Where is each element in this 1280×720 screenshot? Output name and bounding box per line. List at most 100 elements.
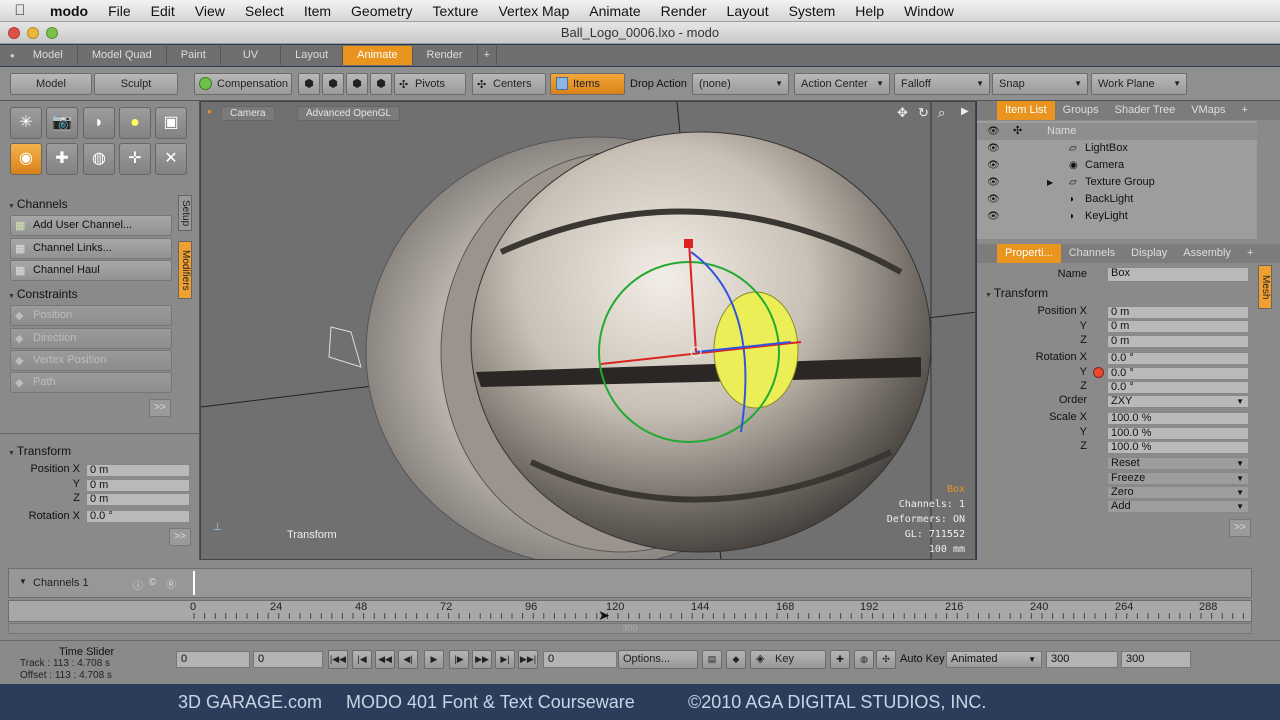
auto-key-mode-select[interactable]: Animated ▼	[946, 651, 1042, 668]
select-materials-icon[interactable]: ⬢	[370, 73, 392, 95]
select-edges-icon[interactable]: ⬢	[322, 73, 344, 95]
name-column-header[interactable]: Name	[1047, 123, 1076, 140]
options-button[interactable]: Options...	[618, 650, 698, 669]
menu-vertex-map[interactable]: Vertex Map	[488, 3, 579, 19]
tab-animate[interactable]: Animate	[343, 46, 413, 65]
position-constraint-button[interactable]: ◆ Position	[10, 305, 172, 326]
tab-render[interactable]: Render	[413, 46, 478, 65]
zoom-view-icon[interactable]: ⌕	[938, 105, 945, 121]
tab-layout[interactable]: Layout	[281, 46, 344, 65]
tab-item-list[interactable]: Item List	[997, 101, 1055, 120]
menu-window[interactable]: Window	[894, 3, 964, 19]
action-center-select[interactable]: Action Center ▼	[794, 73, 890, 95]
menu-file[interactable]: File	[98, 3, 141, 19]
position-z-field[interactable]: 0 m	[86, 493, 190, 506]
y-axis-handle-cap[interactable]	[684, 239, 693, 248]
close-window-button[interactable]	[8, 27, 20, 39]
snap-select[interactable]: Snap ▼	[992, 73, 1088, 95]
set-key-icon[interactable]: ◆	[726, 650, 746, 669]
go-to-start-icon[interactable]: |◀◀	[328, 650, 348, 669]
rotate-gizmo-icon[interactable]: ◍	[83, 143, 115, 175]
expand-arrow-icon[interactable]: ▶	[1047, 174, 1053, 191]
channels-section-header[interactable]: Channels	[8, 195, 173, 213]
step-forward-icon[interactable]: |▶	[449, 650, 469, 669]
menu-edit[interactable]: Edit	[141, 3, 185, 19]
tab-modifiers[interactable]: Modifiers	[178, 241, 192, 299]
rotation-z-field[interactable]: 0.0 °	[1107, 381, 1249, 394]
prev-frame-icon[interactable]: ◀◀	[375, 650, 395, 669]
info-icon[interactable]: ⓘ	[133, 577, 143, 592]
current-start-field[interactable]: 0	[253, 651, 323, 668]
properties-transform-header[interactable]: Transform	[985, 284, 1150, 302]
tab-channels[interactable]: Channels	[1061, 244, 1123, 263]
tab-setup[interactable]: Setup	[178, 195, 192, 231]
falloff-select[interactable]: Falloff ▼	[894, 73, 990, 95]
compensation-button[interactable]: Compensation	[194, 73, 292, 95]
eye-icon[interactable]: 👁	[987, 191, 1000, 208]
rotation-x-field[interactable]: 0.0 °	[1107, 352, 1249, 365]
model-button[interactable]: Model	[10, 73, 92, 95]
tab-model[interactable]: Model	[19, 46, 78, 65]
key-filter-icon[interactable]: ▤	[702, 650, 722, 669]
tab-shader-tree[interactable]: Shader Tree	[1107, 101, 1184, 120]
step-back-icon[interactable]: ◀|	[398, 650, 418, 669]
menu-layout[interactable]: Layout	[717, 3, 779, 19]
direction-constraint-button[interactable]: ◆ Direction	[10, 328, 172, 349]
camera-view-button[interactable]: Camera	[221, 106, 275, 121]
light-item-icon[interactable]: ◗	[83, 107, 115, 139]
select-vertices-icon[interactable]: ⬢	[298, 73, 320, 95]
path-constraint-button[interactable]: ◆ Path	[10, 372, 172, 393]
timeline-scrollbar[interactable]: 300	[8, 623, 1252, 634]
locator-item-icon[interactable]: ▣	[155, 107, 187, 139]
centers-button[interactable]: ✣ Centers	[472, 73, 546, 95]
menu-render[interactable]: Render	[651, 3, 717, 19]
reset-dropdown[interactable]: Reset ▼	[1107, 457, 1249, 470]
zoom-window-button[interactable]	[46, 27, 58, 39]
rotation-y-field[interactable]: 0.0 °	[1107, 367, 1249, 380]
minimize-window-button[interactable]	[27, 27, 39, 39]
menu-texture[interactable]: Texture	[423, 3, 489, 19]
element-move-icon[interactable]: ✕	[155, 143, 187, 175]
pan-view-icon[interactable]: ✥	[897, 105, 908, 121]
list-item[interactable]: 👁 ▱ LightBox	[977, 140, 1257, 157]
translate-gizmo-icon[interactable]: ✚	[46, 143, 78, 175]
scale-gizmo-icon[interactable]: ✛	[119, 143, 151, 175]
viewport-scene[interactable]	[201, 102, 976, 560]
3d-viewport[interactable]: ● Camera Advanced OpenGL ✥ ↻ ⌕ ▶ ⊥ Trans…	[200, 101, 976, 560]
add-user-channel-button[interactable]: ▦ Add User Channel...	[10, 215, 172, 236]
more-transform-button[interactable]: >>	[169, 528, 191, 546]
shading-mode-button[interactable]: Advanced OpenGL	[297, 106, 401, 121]
auto-key-toggle-icon[interactable]: ◍	[854, 650, 874, 669]
record-icon[interactable]: Ⓡ	[166, 576, 176, 591]
tab-display[interactable]: Display	[1123, 244, 1175, 263]
play-icon[interactable]: ▶	[424, 650, 444, 669]
apple-icon[interactable]: 	[0, 2, 40, 19]
tab-vmaps[interactable]: VMaps	[1183, 101, 1233, 120]
auto-key-options-icon[interactable]: ✣	[876, 650, 896, 669]
position-y-field[interactable]: 0 m	[86, 479, 190, 492]
list-item[interactable]: 👁 ◗ BackLight	[977, 191, 1257, 208]
constraints-section-header[interactable]: Constraints	[8, 285, 173, 303]
scene-end-field[interactable]: 300	[1121, 651, 1191, 668]
tab-add-panel[interactable]: +	[1233, 101, 1255, 120]
camera-item-icon[interactable]: 📷	[46, 107, 78, 139]
key-button[interactable]: ◈ Key	[750, 650, 826, 669]
drop-action-select[interactable]: (none) ▼	[692, 73, 789, 95]
viewport-menu-icon[interactable]: ●	[207, 107, 212, 116]
scale-x-field[interactable]: 100.0 %	[1107, 412, 1249, 425]
list-item[interactable]: 👁 ◉ Camera	[977, 157, 1257, 174]
menu-app[interactable]: modo	[40, 3, 98, 19]
tabs-menu-icon[interactable]: ●	[6, 51, 19, 60]
position-x-field[interactable]: 0 m	[1107, 306, 1249, 319]
channel-haul-button[interactable]: ▦ Channel Haul	[10, 260, 172, 281]
menu-animate[interactable]: Animate	[579, 3, 650, 19]
freeze-dropdown[interactable]: Freeze ▼	[1107, 472, 1249, 485]
go-to-end-icon[interactable]: ▶▶|	[518, 650, 538, 669]
prev-key-icon[interactable]: |◀	[352, 650, 372, 669]
menu-help[interactable]: Help	[845, 3, 894, 19]
end-frame-field[interactable]: 300	[1046, 651, 1118, 668]
move-tool-icon[interactable]: ✳	[10, 107, 42, 139]
current-frame-field[interactable]: 0	[543, 651, 617, 668]
position-x-field[interactable]: 0 m	[86, 464, 190, 477]
more-properties-button[interactable]: >>	[1229, 519, 1251, 537]
